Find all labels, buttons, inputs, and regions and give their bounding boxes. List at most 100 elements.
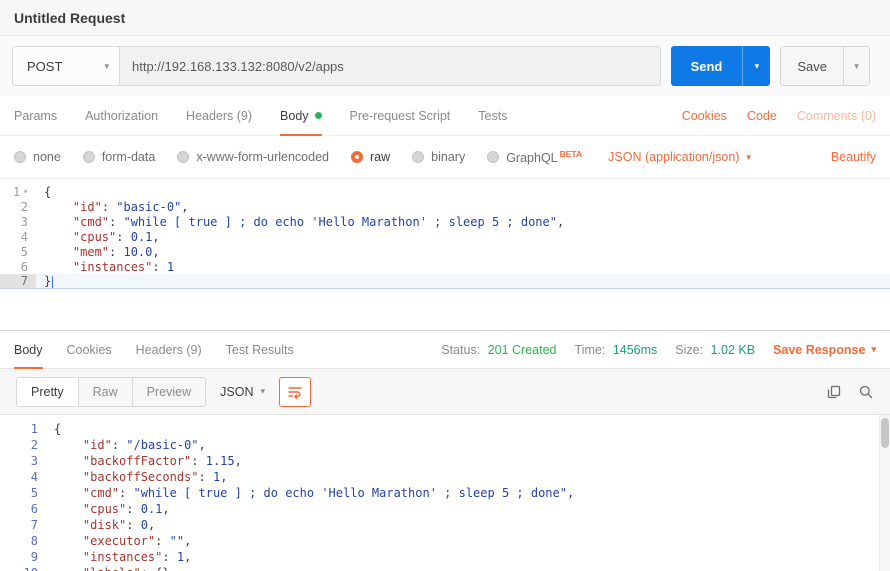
body-type-none[interactable]: none — [14, 150, 61, 164]
radio-selected-icon — [351, 151, 363, 163]
search-icon — [858, 384, 874, 400]
status-value: 201 Created — [488, 343, 557, 357]
code-line-5: 5 "cmd": "while [ true ] ; do echo 'Hell… — [0, 485, 890, 501]
code-line-text: "executor": "", — [46, 534, 191, 548]
code-line-5: 5 "mem": 10.0, — [0, 244, 890, 259]
code-line-text: } — [36, 274, 53, 288]
body-type-graphql[interactable]: GraphQLBETA — [487, 149, 582, 165]
tab-pre-request-script[interactable]: Pre-request Script — [350, 96, 451, 136]
request-tabs: Params Authorization Headers (9) Body Pr… — [0, 96, 890, 136]
search-button[interactable] — [858, 384, 874, 400]
code-line-text: { — [36, 185, 51, 199]
radio-icon — [83, 151, 95, 163]
size-badge: Size: 1.02 KB — [675, 343, 755, 357]
url-input[interactable] — [120, 46, 661, 86]
tab-params[interactable]: Params — [14, 96, 57, 136]
beautify-link[interactable]: Beautify — [831, 150, 876, 164]
body-type-bar: none form-data x-www-form-urlencoded raw… — [0, 136, 890, 178]
tab-authorization[interactable]: Authorization — [85, 96, 158, 136]
code-line-7: 7 "disk": 0, — [0, 517, 890, 533]
request-links: Cookies Code Comments (0) — [682, 109, 876, 123]
code-line-text: "disk": 0, — [46, 518, 155, 532]
response-tab-test-results[interactable]: Test Results — [226, 331, 294, 369]
code-line-8: 8 "executor": "", — [0, 533, 890, 549]
code-line-text: { — [46, 422, 61, 436]
body-type-raw[interactable]: raw — [351, 150, 390, 164]
body-type-form-data[interactable]: form-data — [83, 150, 156, 164]
line-number: 2 — [0, 200, 36, 214]
chevron-down-icon: ▾ — [854, 61, 859, 72]
code-link[interactable]: Code — [747, 109, 777, 123]
save-options-button[interactable]: ▾ — [843, 47, 869, 85]
line-number: 6 — [0, 260, 36, 274]
chevron-down-icon: ▾ — [871, 344, 876, 355]
postman-window: Untitled Request POST ▾ Send ▾ Save ▾ Pa… — [0, 0, 890, 571]
tab-headers[interactable]: Headers (9) — [186, 96, 252, 136]
view-pretty-button[interactable]: Pretty — [17, 378, 79, 406]
method-select[interactable]: POST ▾ — [12, 46, 120, 86]
request-title-bar: Untitled Request — [0, 0, 890, 36]
code-line-text: "cpus": 0.1, — [36, 230, 160, 244]
body-type-label: GraphQLBETA — [506, 149, 582, 165]
code-line-1: 1▾{ — [0, 184, 890, 199]
body-set-indicator-icon — [315, 112, 322, 119]
code-line-text: "instances": 1 — [36, 260, 174, 274]
save-response-button[interactable]: Save Response ▾ — [773, 343, 876, 357]
save-button[interactable]: Save — [781, 47, 843, 85]
code-line-text: "mem": 10.0, — [36, 245, 160, 259]
send-button[interactable]: Send — [671, 46, 743, 86]
copy-button[interactable] — [826, 384, 842, 400]
line-number: 4 — [0, 230, 36, 244]
line-number: 2 — [0, 438, 46, 452]
code-line-6: 6 "instances": 1 — [0, 259, 890, 274]
chevron-down-icon: ▾ — [104, 61, 109, 72]
view-raw-button[interactable]: Raw — [79, 378, 133, 406]
code-line-3: 3 "backoffFactor": 1.15, — [0, 453, 890, 469]
language-select[interactable]: JSON ▾ — [220, 385, 265, 399]
response-body-viewer[interactable]: 1{2 "id": "/basic-0",3 "backoffFactor": … — [0, 415, 890, 571]
body-type-label: binary — [431, 150, 465, 164]
tab-body[interactable]: Body — [280, 96, 322, 136]
cookies-link[interactable]: Cookies — [682, 109, 727, 123]
code-line-9: 9 "instances": 1, — [0, 549, 890, 565]
comments-link[interactable]: Comments (0) — [797, 109, 876, 123]
code-line-10: 10 "labels": {}, — [0, 565, 890, 571]
code-line-1: 1{ — [0, 421, 890, 437]
tab-tests[interactable]: Tests — [478, 96, 507, 136]
chevron-down-icon: ▾ — [260, 386, 265, 397]
response-tab-cookies[interactable]: Cookies — [67, 331, 112, 369]
response-tab-headers[interactable]: Headers (9) — [136, 331, 202, 369]
code-line-7: 7} — [0, 274, 890, 289]
response-tab-body[interactable]: Body — [14, 331, 43, 369]
content-type-label: JSON (application/json) — [608, 150, 739, 164]
status-badge: Status: 201 Created — [441, 343, 556, 357]
line-number: 1▾ — [0, 185, 36, 199]
body-type-x-www-form-urlencoded[interactable]: x-www-form-urlencoded — [177, 150, 329, 164]
language-label: JSON — [220, 385, 253, 399]
chevron-down-icon: ▾ — [755, 61, 760, 72]
code-line-2: 2 "id": "/basic-0", — [0, 437, 890, 453]
code-line-text: "cmd": "while [ true ] ; do echo 'Hello … — [46, 486, 574, 500]
line-number: 1 — [0, 422, 46, 436]
code-line-3: 3 "cmd": "while [ true ] ; do echo 'Hell… — [0, 214, 890, 229]
code-line-text: "cpus": 0.1, — [46, 502, 170, 516]
fold-caret-icon[interactable]: ▾ — [23, 187, 28, 196]
response-scrollbar[interactable] — [879, 415, 890, 571]
method-label: POST — [27, 59, 62, 74]
content-type-select[interactable]: JSON (application/json) ▾ — [608, 150, 751, 164]
view-preview-button[interactable]: Preview — [133, 378, 205, 406]
request-body-editor[interactable]: 1▾{2 "id": "basic-0",3 "cmd": "while [ t… — [0, 178, 890, 330]
scrollbar-thumb[interactable] — [881, 418, 889, 448]
radio-icon — [412, 151, 424, 163]
wrap-text-button[interactable] — [279, 377, 311, 407]
body-type-label: raw — [370, 150, 390, 164]
code-line-2: 2 "id": "basic-0", — [0, 199, 890, 214]
send-options-button[interactable]: ▾ — [742, 46, 770, 86]
body-type-label: form-data — [102, 150, 156, 164]
code-line-text: "instances": 1, — [46, 550, 191, 564]
save-split-button: Save ▾ — [780, 46, 870, 86]
body-type-binary[interactable]: binary — [412, 150, 465, 164]
line-number: 10 — [0, 566, 46, 571]
line-number: 3 — [0, 454, 46, 468]
radio-icon — [177, 151, 189, 163]
